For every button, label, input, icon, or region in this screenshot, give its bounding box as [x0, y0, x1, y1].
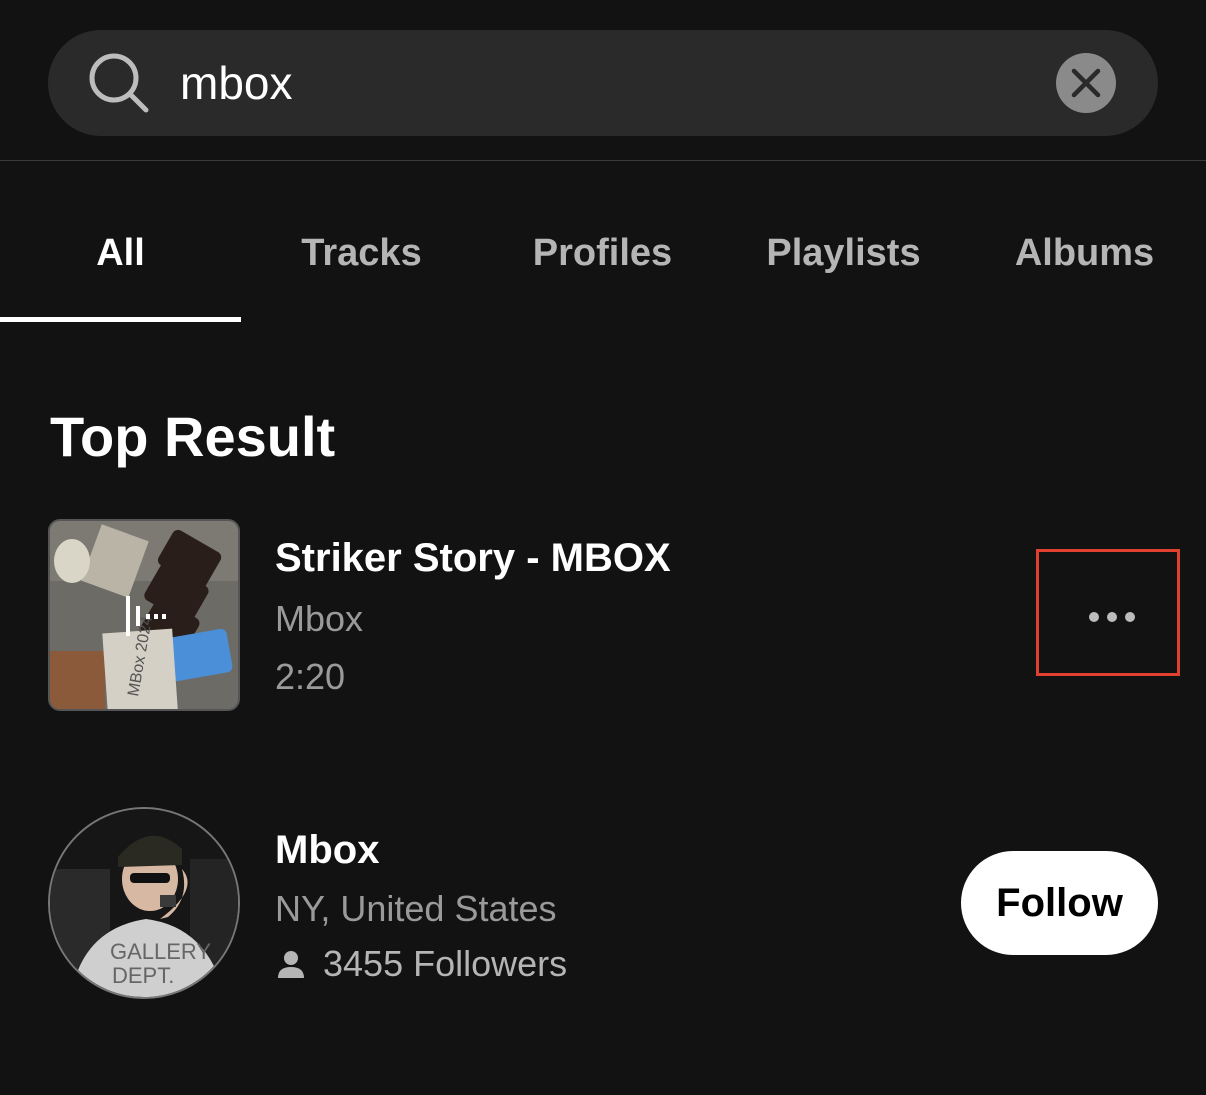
track-artwork-image: MBox 2024 — [50, 521, 238, 709]
track-duration: 2:20 — [275, 656, 346, 697]
section-title: Top Result — [50, 405, 336, 468]
profile-followers-count: 3455 Followers — [323, 943, 568, 984]
profile-avatar[interactable]: GALLERY DEPT. — [48, 807, 240, 999]
track-more-options-button[interactable] — [1036, 549, 1180, 676]
profile-avatar-image: GALLERY DEPT. — [50, 809, 238, 997]
search-icon — [89, 53, 149, 113]
tab-albums[interactable]: Albums — [964, 232, 1205, 288]
tab-all[interactable]: All — [0, 232, 241, 288]
header-divider — [0, 160, 1206, 161]
svg-text:DEPT.: DEPT. — [112, 963, 174, 988]
profile-location: NY, United States — [275, 888, 557, 929]
search-input[interactable] — [180, 48, 1020, 118]
tab-tracks[interactable]: Tracks — [241, 232, 482, 288]
search-results-screen: All Tracks Profiles Playlists Albums Top… — [0, 0, 1206, 1095]
more-horizontal-icon — [1089, 612, 1135, 622]
svg-text:GALLERY: GALLERY — [110, 939, 211, 964]
profile-name[interactable]: Mbox — [275, 828, 379, 873]
tab-profiles[interactable]: Profiles — [482, 232, 723, 288]
track-artist[interactable]: Mbox — [275, 598, 363, 640]
track-artwork[interactable]: MBox 2024 — [48, 519, 240, 711]
track-title[interactable]: Striker Story - MBOX — [275, 536, 671, 581]
active-tab-indicator — [0, 317, 241, 322]
tab-playlists[interactable]: Playlists — [723, 232, 964, 288]
close-icon — [1071, 68, 1101, 98]
profile-followers-row: 3455 Followers — [275, 942, 567, 986]
clear-search-button[interactable] — [1056, 53, 1116, 113]
follow-button[interactable]: Follow — [961, 851, 1158, 955]
person-icon — [278, 951, 304, 978]
